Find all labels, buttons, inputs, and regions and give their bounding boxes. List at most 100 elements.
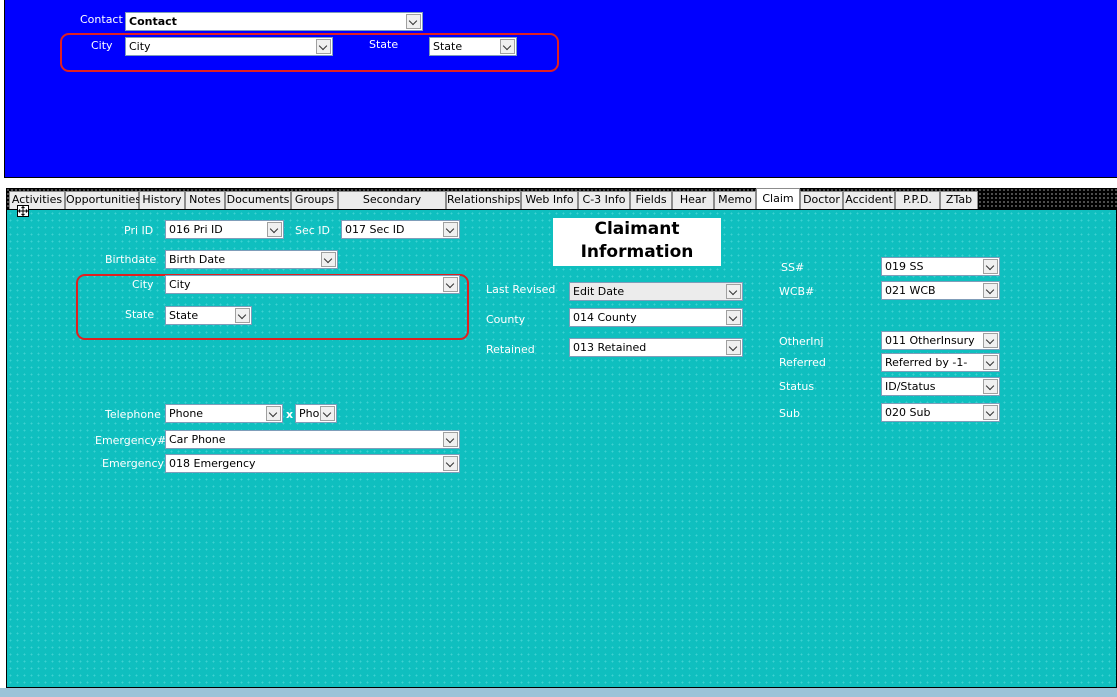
chevron-down-icon[interactable] xyxy=(983,405,998,420)
tab-documents[interactable]: Documents xyxy=(225,191,291,209)
birthdate-combo[interactable]: Birth Date xyxy=(165,250,338,269)
chevron-down-icon[interactable] xyxy=(267,222,282,237)
sub-label: Sub xyxy=(779,407,800,420)
title-line-2: Information xyxy=(580,242,694,262)
sec-id-combo[interactable]: 017 Sec ID xyxy=(341,220,460,239)
emergency-label: Emergency xyxy=(102,457,165,470)
tab-history[interactable]: History xyxy=(139,191,185,209)
move-handle-icon[interactable] xyxy=(17,205,29,217)
extension-label: x xyxy=(286,408,294,421)
wcb-combo[interactable]: 021 WCB xyxy=(881,281,1000,300)
telephone-label: Telephone xyxy=(105,408,161,421)
emergency-number-label: Emergency# xyxy=(95,434,167,447)
birthdate-label: Birthdate xyxy=(105,253,157,266)
title-line-1: Claimant xyxy=(594,219,680,239)
chevron-down-icon[interactable] xyxy=(983,259,998,274)
chevron-down-icon[interactable] xyxy=(406,14,421,29)
otherinj-value: 011 OtherInsury xyxy=(885,334,975,347)
status-combo[interactable]: ID/Status xyxy=(881,377,1000,396)
header-city-combo[interactable]: City xyxy=(125,37,333,56)
last-revised-value: Edit Date xyxy=(573,285,625,298)
county-label: County xyxy=(486,313,526,326)
tab-ztab[interactable]: ZTab xyxy=(940,191,978,209)
emergency-combo[interactable]: 018 Emergency xyxy=(165,454,460,473)
wcb-label: WCB# xyxy=(779,285,815,298)
extension-value: Phone xyxy=(299,407,319,420)
chevron-down-icon[interactable] xyxy=(316,39,331,54)
referred-label: Referred xyxy=(779,356,826,369)
tab-accident[interactable]: Accident xyxy=(843,191,895,209)
header-state-value: State xyxy=(433,40,463,53)
referred-combo[interactable]: Referred by -1- xyxy=(881,353,1000,372)
emergency-number-value: Car Phone xyxy=(169,433,226,446)
header-contact-value: Contact xyxy=(129,15,177,28)
retained-value: 013 Retained xyxy=(573,341,647,354)
pri-id-combo[interactable]: 016 Pri ID xyxy=(165,220,284,239)
tab-claim[interactable]: Claim xyxy=(756,188,800,209)
retained-combo[interactable]: 013 Retained xyxy=(569,338,743,357)
last-revised-combo[interactable]: Edit Date xyxy=(569,282,743,301)
tab-ppd[interactable]: P.P.D. xyxy=(895,191,940,209)
tab-secondary-contacts[interactable]: Secondary Contacts xyxy=(338,191,446,222)
last-revised-label: Last Revised xyxy=(486,283,556,296)
tab-groups[interactable]: Groups xyxy=(291,191,338,209)
tab-notes[interactable]: Notes xyxy=(185,191,225,209)
chevron-down-icon[interactable] xyxy=(983,333,998,348)
city-combo[interactable]: City xyxy=(165,275,460,294)
sec-id-label: Sec ID xyxy=(295,224,331,237)
state-label: State xyxy=(125,308,155,321)
chevron-down-icon[interactable] xyxy=(266,406,281,421)
pri-id-label: Pri ID xyxy=(124,224,154,237)
chevron-down-icon[interactable] xyxy=(320,406,335,421)
header-contact-combo[interactable]: Contact xyxy=(125,12,423,31)
chevron-down-icon[interactable] xyxy=(443,277,458,292)
header-state-combo[interactable]: State xyxy=(429,37,517,56)
state-value: State xyxy=(169,309,199,322)
birthdate-value: Birth Date xyxy=(169,253,226,266)
city-label: City xyxy=(132,278,154,291)
tab-web-info[interactable]: Web Info xyxy=(521,191,578,209)
wcb-value: 021 WCB xyxy=(885,284,936,297)
chevron-down-icon[interactable] xyxy=(235,308,250,323)
ss-combo[interactable]: 019 SS xyxy=(881,257,1000,276)
chevron-down-icon[interactable] xyxy=(321,252,336,267)
status-label: Status xyxy=(779,380,815,393)
tab-fields[interactable]: Fields xyxy=(630,191,672,209)
chevron-down-icon[interactable] xyxy=(726,310,741,325)
otherinj-label: OtherInj xyxy=(779,335,824,348)
chevron-down-icon[interactable] xyxy=(443,432,458,447)
emergency-number-combo[interactable]: Car Phone xyxy=(165,430,460,449)
header-city-label: City xyxy=(91,39,113,52)
tab-relationships[interactable]: Relationships xyxy=(446,191,521,209)
chevron-down-icon[interactable] xyxy=(983,283,998,298)
footer-bar xyxy=(0,688,1117,697)
chevron-down-icon[interactable] xyxy=(500,39,515,54)
ss-label: SS# xyxy=(781,261,805,274)
chevron-down-icon[interactable] xyxy=(983,379,998,394)
otherinj-combo[interactable]: 011 OtherInsury xyxy=(881,331,1000,350)
sec-id-value: 017 Sec ID xyxy=(345,223,405,236)
chevron-down-icon[interactable] xyxy=(983,355,998,370)
tab-doctor[interactable]: Doctor xyxy=(800,191,843,209)
state-combo[interactable]: State xyxy=(165,306,252,325)
chevron-down-icon[interactable] xyxy=(726,284,741,299)
chevron-down-icon[interactable] xyxy=(726,340,741,355)
sub-value: 020 Sub xyxy=(885,406,931,419)
chevron-down-icon[interactable] xyxy=(443,456,458,471)
tab-opportunities[interactable]: Opportunities xyxy=(65,191,141,209)
chevron-down-icon[interactable] xyxy=(443,222,458,237)
header-contact-label: Contact xyxy=(80,13,123,26)
county-value: 014 County xyxy=(573,311,637,324)
telephone-combo[interactable]: Phone xyxy=(165,404,283,423)
extension-combo[interactable]: Phone xyxy=(295,404,337,423)
status-value: ID/Status xyxy=(885,380,936,393)
city-value: City xyxy=(169,278,191,291)
tab-strip: Activities Opportunities History Notes D… xyxy=(6,188,1117,222)
tab-c3-info[interactable]: C-3 Info xyxy=(578,191,630,209)
tab-memo[interactable]: Memo xyxy=(714,191,756,209)
referred-value: Referred by -1- xyxy=(885,356,968,369)
retained-label: Retained xyxy=(486,343,535,356)
county-combo[interactable]: 014 County xyxy=(569,308,743,327)
tab-hear[interactable]: Hear xyxy=(672,191,714,209)
sub-combo[interactable]: 020 Sub xyxy=(881,403,1000,422)
